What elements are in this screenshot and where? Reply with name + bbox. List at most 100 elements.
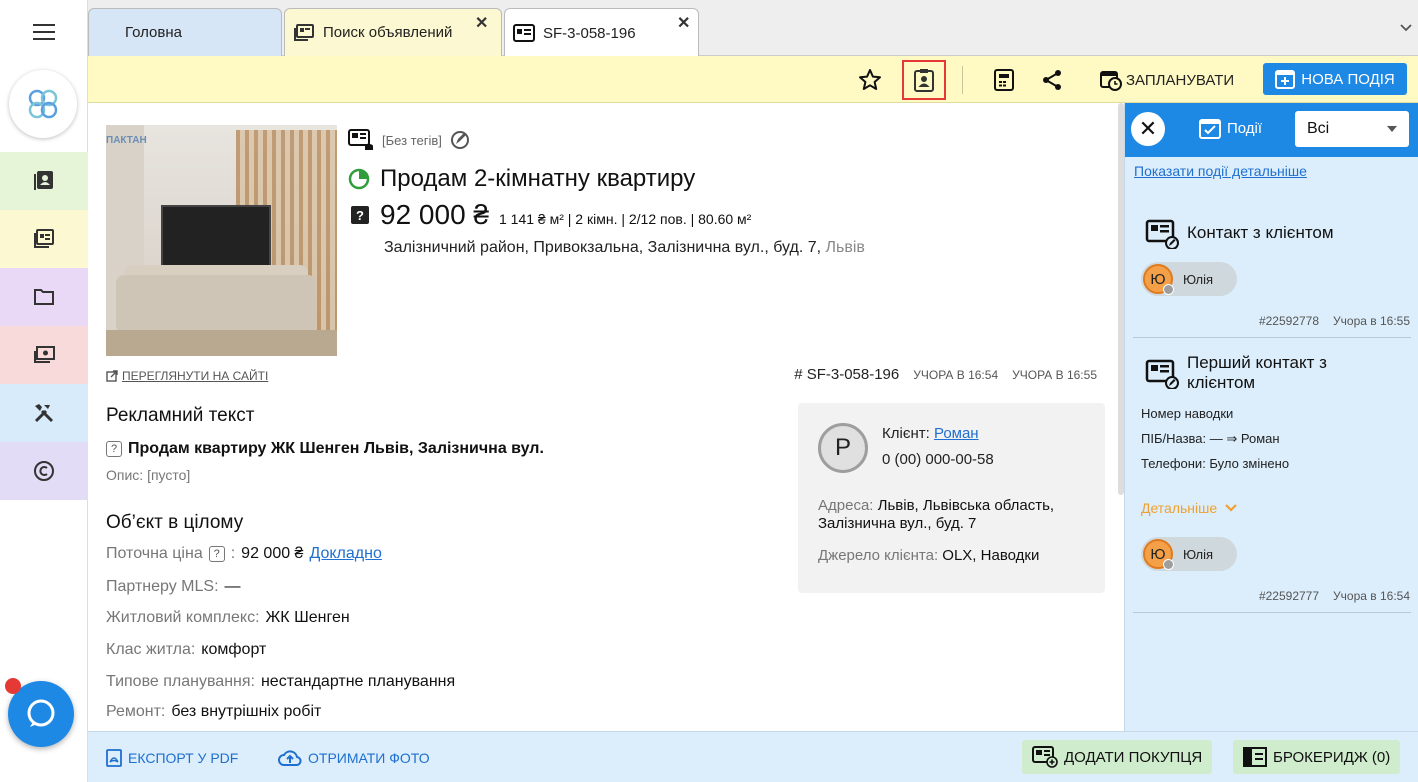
user-avatar: Ю bbox=[1143, 264, 1174, 295]
client-address: Адреса: Львів, Львівська область, Залізн… bbox=[818, 497, 1098, 533]
copyright-icon bbox=[34, 461, 54, 481]
prop-label: Типове планування: bbox=[106, 673, 255, 690]
listing-photo[interactable]: ПАКТАН bbox=[106, 125, 337, 356]
listing-details: ПАКТАН [Без тегів] Продам 2-кімнатну ква… bbox=[88, 103, 1118, 731]
listing-title-row: Продам 2-кімнатну квартиру bbox=[348, 165, 695, 193]
tab-label: Головна bbox=[125, 24, 182, 41]
calculator-icon[interactable] bbox=[988, 64, 1020, 96]
client-card-icon[interactable] bbox=[902, 60, 946, 100]
listing-code: # SF-3-058-196 bbox=[794, 366, 900, 383]
rail-copyright[interactable] bbox=[0, 442, 88, 500]
new-event-button[interactable]: НОВА ПОДІЯ bbox=[1263, 63, 1407, 95]
listing-ids: # SF-3-058-196 УЧОРА В 16:54 УЧОРА В 16:… bbox=[794, 366, 1097, 383]
event-title: Контакт з клієнтом bbox=[1187, 223, 1334, 242]
event-item-title: Контакт з клієнтом bbox=[1145, 219, 1334, 249]
price-details-link[interactable]: Докладно bbox=[309, 545, 381, 563]
ad-title: Продам квартиру ЖК Шенген Львів, Залізни… bbox=[128, 440, 544, 457]
ad-description: Опис: [пусто] bbox=[106, 467, 191, 483]
tab-search-listings[interactable]: Поиск объявлений ✕ bbox=[284, 8, 502, 56]
event-time: Учора в 16:54 bbox=[1333, 589, 1410, 603]
toolbar: ЗАПЛАНУВАТИ НОВА ПОДІЯ bbox=[88, 56, 1418, 103]
events-title: Події bbox=[1199, 117, 1262, 139]
events-panel: ✕ Події Всі Показати події детальніше Ко… bbox=[1124, 103, 1418, 731]
prop-value: комфорт bbox=[201, 641, 267, 658]
brokerage-button[interactable]: БРОКЕРИДЖ (0) bbox=[1233, 740, 1401, 774]
listing-add-icon bbox=[1032, 746, 1058, 768]
event-id: #22592778 bbox=[1258, 314, 1320, 328]
event-user-chip[interactable]: Ю Юлія bbox=[1141, 262, 1237, 296]
rail-folders[interactable] bbox=[0, 268, 88, 326]
event-footer: #22592778 Учора в 16:55 bbox=[1259, 314, 1410, 328]
tags-label: [Без тегів] bbox=[382, 132, 442, 148]
listing-db-icon bbox=[348, 129, 373, 150]
event-footer: #22592777 Учора в 16:54 bbox=[1259, 589, 1410, 603]
edit-tags-icon[interactable] bbox=[450, 130, 470, 150]
listings-icon bbox=[34, 229, 54, 248]
address-city: Львів bbox=[825, 239, 865, 256]
tab-label: Поиск объявлений bbox=[323, 24, 453, 41]
rail-contacts[interactable] bbox=[0, 152, 88, 210]
book-icon bbox=[1243, 747, 1267, 767]
rail-listings[interactable] bbox=[0, 210, 88, 268]
chevron-down-icon bbox=[1225, 504, 1237, 512]
cloud-upload-icon bbox=[278, 750, 302, 766]
event-detail-line: ПІБ/Назва: — ⇒ Роман bbox=[1141, 431, 1280, 446]
prop-row: Ремонт: без внутрішніх робіт bbox=[106, 703, 321, 721]
prop-value: без внутрішніх робіт bbox=[171, 703, 322, 720]
user-avatar: Ю bbox=[1143, 539, 1174, 570]
help-icon[interactable]: ? bbox=[208, 546, 225, 562]
dropdown-caret-icon bbox=[1387, 126, 1397, 132]
client-phone: 0 (00) 000-00-58 bbox=[882, 451, 994, 468]
add-buyer-button[interactable]: ДОДАТИ ПОКУПЦЯ bbox=[1022, 740, 1213, 774]
event-more-link[interactable]: Детальніше bbox=[1141, 500, 1237, 516]
tabs-overflow-chevron-icon[interactable] bbox=[1400, 20, 1412, 35]
ad-section-heading: Рекламний текст bbox=[106, 405, 255, 426]
listing-price: 92 000 ₴ bbox=[380, 199, 489, 230]
client-name-link[interactable]: Роман bbox=[934, 425, 979, 442]
export-pdf-button[interactable]: ЕКСПОРТ У PDF bbox=[106, 742, 238, 774]
client-source-value: OLX, Наводки bbox=[942, 547, 1040, 564]
client-label: Клієнт: bbox=[882, 425, 934, 442]
hamburger-menu-icon[interactable] bbox=[28, 20, 60, 44]
rail-tools[interactable] bbox=[0, 384, 88, 442]
brokerage-label: БРОКЕРИДЖ (0) bbox=[1273, 748, 1391, 766]
show-events-detailed-link[interactable]: Показати події детальніше bbox=[1134, 163, 1307, 179]
prop-row: Типове планування: нестандартне плануван… bbox=[106, 673, 455, 691]
event-user-chip[interactable]: Ю Юлія bbox=[1141, 537, 1237, 571]
close-tab-icon[interactable]: ✕ bbox=[677, 13, 690, 33]
schedule-button[interactable]: ЗАПЛАНУВАТИ bbox=[1100, 65, 1234, 95]
close-tab-icon[interactable]: ✕ bbox=[475, 13, 488, 33]
ad-title-row: ? Продам квартиру ЖК Шенген Львів, Заліз… bbox=[106, 440, 544, 458]
get-photos-button[interactable]: ОТРИМАТИ ФОТО bbox=[278, 742, 430, 774]
close-events-icon[interactable]: ✕ bbox=[1131, 112, 1165, 146]
favorite-star-icon[interactable] bbox=[854, 64, 886, 96]
share-icon[interactable] bbox=[1036, 64, 1068, 96]
listings-icon bbox=[294, 23, 314, 41]
view-on-site-link[interactable]: ПЕРЕГЛЯНУТИ НА САЙТІ bbox=[106, 369, 268, 383]
event-item-title: Перший контакт з клієнтом bbox=[1145, 353, 1367, 393]
events-divider bbox=[1133, 612, 1411, 613]
photo-watermark: ПАКТАН bbox=[106, 135, 147, 146]
client-card: Р Клієнт: Роман 0 (00) 000-00-58 Адреса:… bbox=[798, 403, 1105, 593]
events-header: ✕ Події Всі bbox=[1125, 103, 1418, 157]
updated-time: УЧОРА В 16:55 bbox=[1012, 368, 1097, 382]
client-address-label: Адреса: bbox=[818, 497, 878, 514]
tab-home[interactable]: Головна bbox=[88, 8, 282, 56]
left-rail bbox=[0, 0, 88, 782]
events-filter-select[interactable]: Всі bbox=[1295, 111, 1409, 147]
event-title: Перший контакт з клієнтом bbox=[1187, 353, 1327, 392]
rail-deals[interactable] bbox=[0, 326, 88, 384]
address-text: Залізничний район, Привокзальна, Залізни… bbox=[384, 239, 826, 256]
help-icon[interactable]: ? bbox=[106, 441, 122, 457]
prop-label: Житловий комплекс: bbox=[106, 609, 260, 626]
external-link-icon bbox=[106, 370, 118, 382]
event-more-label: Детальніше bbox=[1141, 500, 1218, 516]
tab-listing-active[interactable]: SF-3-058-196 ✕ bbox=[504, 8, 699, 57]
export-pdf-label: ЕКСПОРТ У PDF bbox=[128, 750, 239, 766]
tools-icon bbox=[34, 404, 54, 423]
app-logo[interactable] bbox=[9, 70, 77, 138]
client-avatar: Р bbox=[818, 423, 868, 473]
prop-value: нестандартне планування bbox=[260, 673, 456, 690]
add-buyer-label: ДОДАТИ ПОКУПЦЯ bbox=[1064, 748, 1203, 766]
schedule-label: ЗАПЛАНУВАТИ bbox=[1126, 71, 1235, 89]
